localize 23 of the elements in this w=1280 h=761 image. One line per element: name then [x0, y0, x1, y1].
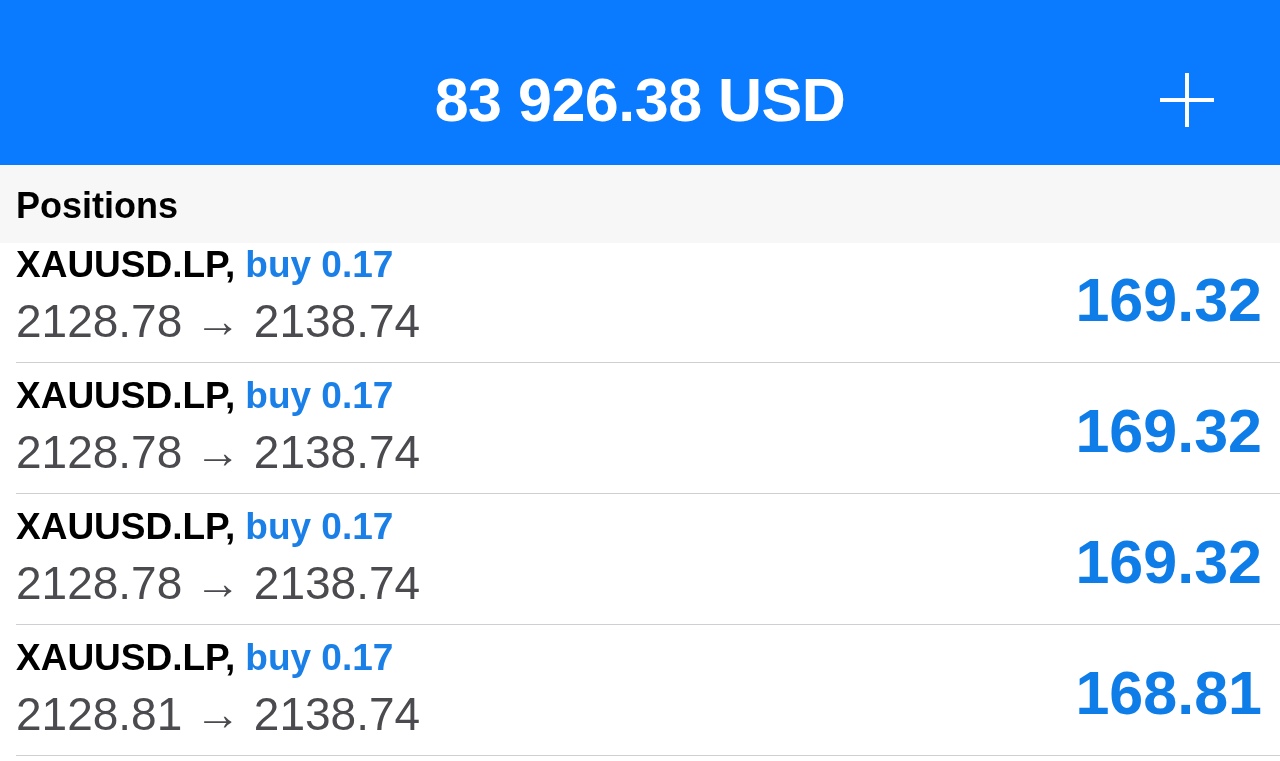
position-row[interactable]: XAUUSD.LP, buy 0.17 2128.78 → 2138.74 169.32 [16, 363, 1280, 494]
position-row[interactable]: XAUUSD.LP, buy 0.17 2128.78 → 2138.74 169.32 [16, 243, 1280, 363]
price-change-text: 2128.78 → 2138.74 [16, 427, 421, 478]
profit-value: 169.32 [1075, 396, 1262, 466]
profit-value: 169.32 [1075, 265, 1262, 335]
order-text: buy 0.17 [245, 245, 394, 287]
price-change-text: 2128.81 → 2138.74 [16, 689, 421, 740]
symbol-text: XAUUSD.LP, [16, 507, 236, 549]
plus-icon [1160, 72, 1214, 127]
order-text: buy 0.17 [245, 376, 394, 418]
price-change-text: 2128.78 → 2138.74 [16, 296, 421, 347]
balance-title: 83 926.38 USD [434, 64, 846, 135]
symbol-text: XAUUSD.LP, [16, 245, 236, 287]
symbol-text: XAUUSD.LP, [16, 376, 236, 418]
symbol-text: XAUUSD.LP, [16, 638, 236, 680]
section-title: Positions [16, 184, 179, 227]
order-text: buy 0.17 [245, 638, 394, 680]
profit-value: 169.32 [1075, 527, 1262, 597]
position-row[interactable]: XAUUSD.LP, buy 0.17 2128.78 → 2138.74 169.32 [16, 494, 1280, 625]
order-text: buy 0.17 [245, 507, 394, 549]
position-row[interactable]: XAUUSD.LP, buy 0.17 2128.81 → 2138.74 168.81 [16, 625, 1280, 756]
price-change-text: 2128.78 → 2138.74 [16, 558, 421, 609]
profit-value: 168.81 [1075, 658, 1262, 728]
